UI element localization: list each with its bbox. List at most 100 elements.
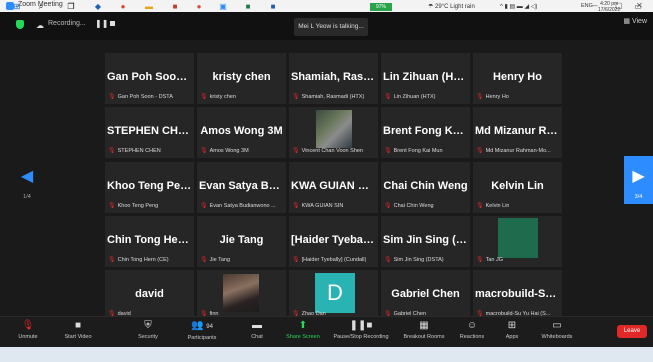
participant-tile[interactable]: Shamiah, Rasm... 🎙 Shamiah, Rasmadi (HTX) (289, 53, 378, 104)
excel-icon[interactable]: ■ (243, 2, 253, 12)
share-screen-label: Share Screen (286, 334, 320, 340)
outlook-icon[interactable]: ■ (268, 2, 278, 12)
taskbar-app-icon-3[interactable]: ● (194, 2, 204, 12)
participant-tile[interactable]: Gabriel Chen 🎙 Gabriel Chen (381, 270, 470, 321)
taskbar-app-icon-2[interactable]: ■ (170, 2, 180, 12)
shield-icon[interactable] (16, 20, 24, 29)
task-view-icon[interactable]: ❐ (66, 2, 76, 12)
taskbar-clock[interactable]: 4:20 pm 17/6/2022 (598, 1, 620, 13)
security-button[interactable]: ⛨ Security (131, 316, 165, 346)
folder-icon[interactable]: ▬ (144, 2, 154, 12)
shield-icon: ⛨ (144, 320, 152, 331)
microphone-muted-icon: 🎙 (200, 257, 208, 263)
participant-name: Lin Zihuan (HTX) (383, 71, 470, 83)
participant-label-text: Jie Tang (209, 257, 231, 263)
participants-button[interactable]: 👥 94 Participants (182, 316, 222, 346)
os-taskbar (0, 347, 653, 362)
participant-label-text: Shamiah, Rasmadi (HTX) (301, 94, 365, 100)
stop-recording-icon[interactable] (110, 21, 115, 26)
participant-tile[interactable]: macrobuild-Su... 🎙 macrobuild-Su Yu Hai (S… (473, 270, 562, 321)
share-screen-button[interactable]: ⬆ Share Screen (283, 316, 323, 346)
participant-tile[interactable]: [Haider Tyeball... 🎙 [Haider Tyebally] (Cu… (289, 216, 378, 267)
participants-label: Participants (187, 335, 217, 341)
unmute-label: Unmute (18, 334, 38, 340)
unmute-button[interactable]: 🎙 Unmute (10, 316, 46, 346)
prev-page-button[interactable]: ◀ 1/4 (12, 156, 42, 204)
view-label: View (631, 18, 647, 25)
participant-label: 🎙 Kelvin Lin (476, 202, 509, 209)
taskbar-app-icon[interactable]: ◆ (93, 2, 103, 12)
search-icon[interactable]: ⌕ (36, 2, 46, 12)
participant-tile[interactable]: STEPHEN CHEN 🎙 STEPHEN CHEN (105, 107, 194, 158)
participant-tile[interactable]: Khoo Teng Peng 🎙 Khoo Teng Peng (105, 162, 194, 213)
recording-icon: ☁ (36, 21, 44, 30)
leave-button[interactable]: Leave (617, 325, 647, 338)
notifications-icon[interactable]: ▭ (632, 2, 644, 12)
chat-button[interactable]: ▬ Chat (245, 316, 269, 346)
participant-tile[interactable]: 🎙 Tan JG (473, 216, 562, 267)
reactions-button[interactable]: ☺ Reactions (455, 316, 489, 346)
weather-widget[interactable]: ☂ 29°C Light rain (428, 3, 475, 10)
participant-tile[interactable]: Jie Tang 🎙 Jie Tang (197, 216, 286, 267)
participant-tile[interactable]: Brent Fong Kai... 🎙 Brent Fong Kai Mun (381, 107, 470, 158)
participant-tile[interactable]: Chin Tong Hern... 🎙 Chin Tong Hern (CE) (105, 216, 194, 267)
weather-label: 29°C Light rain (435, 4, 475, 10)
participant-label: 🎙 Vincent Chan Voon Shen (292, 147, 363, 154)
microphone-muted-icon: 🎙 (200, 203, 208, 209)
participant-tile[interactable]: Amos Wong 3M 🎙 Amos Wong 3M (197, 107, 286, 158)
participant-tile[interactable]: D 🎙 Zhao Dan (289, 270, 378, 321)
participant-tile[interactable]: 🎙 Vincent Chan Voon Shen (289, 107, 378, 158)
participant-tile[interactable]: Kelvin Lin 🎙 Kelvin Lin (473, 162, 562, 213)
participant-name: Henry Ho (493, 71, 542, 83)
chat-label: Chat (251, 334, 263, 340)
apps-button[interactable]: ⊞ Apps (500, 316, 524, 346)
participant-label: 🎙 Sim Jin Sing (DSTA) (384, 256, 444, 263)
chrome-icon[interactable]: ● (118, 2, 128, 12)
participant-name: david (135, 288, 164, 300)
participant-tile[interactable]: KWA GUIAN SIN 🎙 KWA GUIAN SIN (289, 162, 378, 213)
pause-recording-icon[interactable]: ❚❚ (95, 19, 108, 28)
participant-tile[interactable]: Evan Satya Budi... 🎙 Evan Satya Budianwono… (197, 162, 286, 213)
windows-start-icon[interactable]: ⊞ (12, 2, 22, 12)
participant-tile[interactable]: Sim Jin Sing (D... 🎙 Sim Jin Sing (DSTA) (381, 216, 470, 267)
participant-label-text: Gan Poh Soon - DSTA (117, 94, 173, 100)
participant-name: macrobuild-Su... (475, 288, 562, 300)
participant-tile[interactable]: 🎙 finn (197, 270, 286, 321)
microphone-muted-icon: 🎙 (476, 94, 484, 100)
active-speaker-label: Mei L Yeow is talking... (294, 18, 368, 36)
participants-count: 94 (206, 324, 213, 330)
language-indicator[interactable]: ENG (581, 3, 593, 9)
view-button[interactable]: ▦ View (623, 17, 647, 25)
participant-label-text: Amos Wong 3M (209, 148, 249, 154)
microphone-muted-icon: 🎙 (200, 94, 208, 100)
participant-tile[interactable]: Chai Chin Weng 🎙 Chai Chin Weng (381, 162, 470, 213)
participant-tile[interactable]: Gan Poh Soon -... 🎙 Gan Poh Soon - DSTA (105, 53, 194, 104)
breakout-rooms-button[interactable]: ▦ Breakout Rooms (400, 316, 448, 346)
participant-name: STEPHEN CHEN (107, 125, 194, 137)
minimize-icon[interactable]: – (593, 0, 597, 12)
system-tray[interactable]: ^ ▮ ▤ ▬ ◢ ◁) (500, 3, 537, 10)
zoom-taskbar-icon[interactable]: ▣ (218, 2, 228, 12)
participant-tile[interactable]: Henry Ho 🎙 Henry Ho (473, 53, 562, 104)
participant-name: Evan Satya Budi... (199, 180, 286, 192)
camera-off-icon: ■ (74, 320, 82, 331)
participant-label-text: Henry Ho (485, 94, 509, 100)
participant-tile[interactable]: Lin Zihuan (HTX) 🎙 Lin Zihuan (HTX) (381, 53, 470, 104)
next-page-button[interactable]: ▶ 3/4 (624, 156, 653, 204)
participant-label: 🎙 Brent Fong Kai Mun (384, 147, 443, 154)
participant-label-text: Sim Jin Sing (DSTA) (393, 257, 444, 263)
whiteboards-button[interactable]: ▭ Whiteboards (537, 316, 577, 346)
participant-tile[interactable]: Md Mizanur Ra... 🎙 Md Mizanur Rahman-Mo... (473, 107, 562, 158)
start-video-button[interactable]: ■ Start Video (58, 316, 98, 346)
participant-name: Shamiah, Rasm... (291, 71, 378, 83)
participant-name: [Haider Tyeball... (291, 234, 378, 246)
participant-label: 🎙 Md Mizanur Rahman-Mo... (476, 147, 551, 154)
participants-icon: 👥 94 (191, 320, 213, 331)
record-control-icon: ❚❚■ (349, 320, 373, 331)
participant-label: 🎙 KWA GUIAN SIN (292, 202, 343, 209)
participant-tile[interactable]: david 🎙 david (105, 270, 194, 321)
participant-label-text: Brent Fong Kai Mun (393, 148, 443, 154)
pause-stop-recording-button[interactable]: ❚❚■ Pause/Stop Recording (330, 316, 392, 346)
microphone-muted-icon: 🎙 (21, 320, 35, 331)
participant-tile[interactable]: kristy chen 🎙 kristy chen (197, 53, 286, 104)
